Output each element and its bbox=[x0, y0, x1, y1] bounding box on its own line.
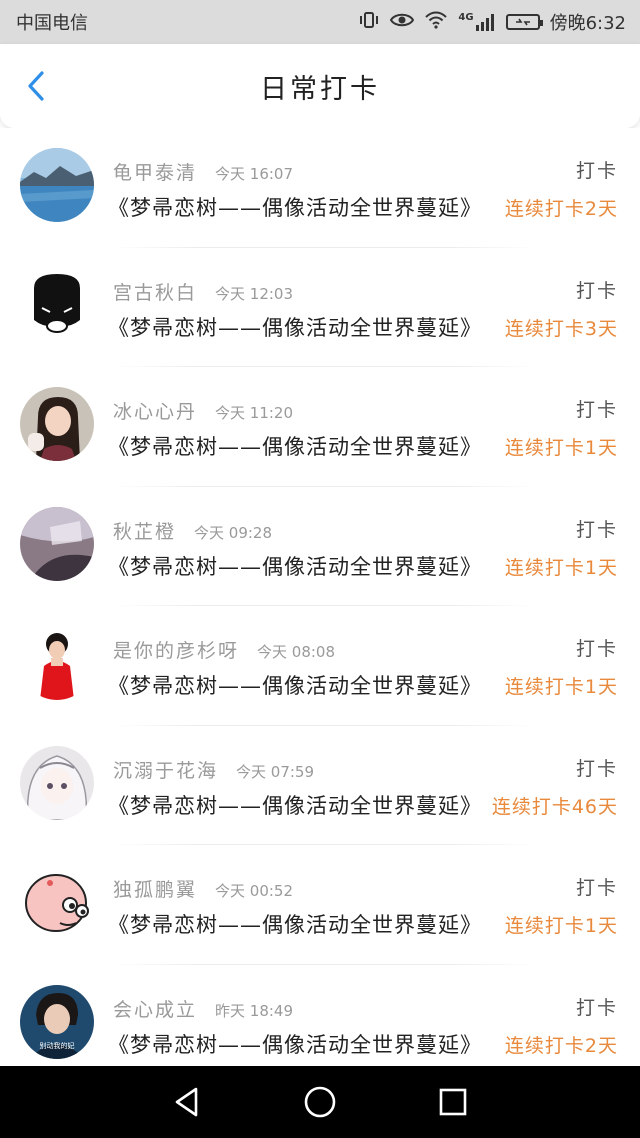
avatar-caption: 别动我的妃 bbox=[40, 1041, 75, 1050]
chevron-left-icon bbox=[28, 71, 44, 101]
timestamp: 今天 09:28 bbox=[194, 523, 273, 542]
streak-count: 连续打卡1天 bbox=[504, 915, 618, 937]
wifi-icon bbox=[424, 11, 448, 33]
activity-title[interactable]: 《梦帚恋树——偶像活动全世界蔓延》 bbox=[108, 670, 482, 700]
status-icons: 4G 傍晚6:32 bbox=[358, 9, 626, 35]
activity-title[interactable]: 《梦帚恋树——偶像活动全世界蔓延》 bbox=[108, 909, 482, 939]
checkin-label: 打卡 bbox=[575, 877, 618, 899]
avatar[interactable] bbox=[20, 387, 94, 461]
screen: 中国电信 4G 傍晚6:32 日常打卡 龟甲泰清 今天 16:07 打卡 《梦帚… bbox=[0, 0, 640, 1138]
streak-count: 连续打卡1天 bbox=[504, 437, 618, 459]
name-line: 独孤鹏翼 今天 00:52 bbox=[113, 875, 293, 902]
navigation-bar bbox=[0, 1066, 640, 1138]
checkin-label: 打卡 bbox=[575, 160, 618, 182]
streak-count: 连续打卡2天 bbox=[504, 198, 618, 220]
name-line: 冰心心丹 今天 11:20 bbox=[113, 397, 293, 424]
username[interactable]: 会心成立 bbox=[113, 995, 197, 1022]
checkin-label: 打卡 bbox=[575, 757, 618, 780]
name-line: 沉溺于花海 今天 07:59 bbox=[113, 756, 314, 783]
4g-signal-icon: 4G bbox=[458, 13, 495, 31]
avatar[interactable] bbox=[20, 267, 94, 342]
timestamp: 今天 12:03 bbox=[215, 284, 294, 303]
streak-count: 连续打卡3天 bbox=[504, 317, 618, 340]
timestamp: 今天 08:08 bbox=[257, 643, 336, 661]
timestamp: 今天 11:20 bbox=[215, 404, 294, 422]
list-item[interactable]: 是你的彦杉呀 今天 08:08 打卡 《梦帚恋树——偶像活动全世界蔓延》 连续打… bbox=[0, 606, 640, 726]
avatar[interactable]: 别动我的妃 bbox=[20, 984, 94, 1059]
eye-icon bbox=[390, 12, 415, 32]
status-bar: 中国电信 4G 傍晚6:32 bbox=[0, 0, 640, 44]
name-line: 会心成立 昨天 18:49 bbox=[113, 995, 293, 1022]
back-button[interactable] bbox=[18, 68, 54, 104]
nav-back-button[interactable] bbox=[167, 1082, 207, 1122]
timestamp: 今天 07:59 bbox=[236, 762, 315, 781]
list-item[interactable]: 宫古秋白 今天 12:03 打卡 《梦帚恋树——偶像活动全世界蔓延》 连续打卡3… bbox=[0, 248, 640, 367]
network-type: 4G bbox=[458, 12, 474, 23]
checkin-label: 打卡 bbox=[575, 518, 618, 541]
activity-title[interactable]: 《梦帚恋树——偶像活动全世界蔓延》 bbox=[108, 1029, 482, 1059]
username[interactable]: 宫古秋白 bbox=[113, 278, 197, 305]
streak-count: 连续打卡1天 bbox=[504, 556, 618, 579]
back-triangle-icon bbox=[175, 1087, 197, 1117]
streak-count: 连续打卡2天 bbox=[504, 1034, 618, 1057]
list-item[interactable]: 独孤鹏翼 今天 00:52 打卡 《梦帚恋树——偶像活动全世界蔓延》 连续打卡1… bbox=[0, 845, 640, 965]
username[interactable]: 沉溺于花海 bbox=[113, 756, 218, 783]
list-item[interactable]: 秋芷橙 今天 09:28 打卡 《梦帚恋树——偶像活动全世界蔓延》 连续打卡1天 bbox=[0, 487, 640, 606]
name-line: 秋芷橙 今天 09:28 bbox=[113, 517, 272, 544]
list-item[interactable]: 冰心心丹 今天 11:20 打卡 《梦帚恋树——偶像活动全世界蔓延》 连续打卡1… bbox=[0, 367, 640, 487]
timestamp: 今天 00:52 bbox=[215, 882, 294, 900]
avatar[interactable] bbox=[20, 745, 94, 820]
activity-title[interactable]: 《梦帚恋树——偶像活动全世界蔓延》 bbox=[108, 431, 482, 461]
vibrate-icon bbox=[358, 11, 380, 33]
activity-title[interactable]: 《梦帚恋树——偶像活动全世界蔓延》 bbox=[108, 312, 482, 342]
username[interactable]: 独孤鹏翼 bbox=[113, 875, 197, 902]
username[interactable]: 冰心心丹 bbox=[113, 397, 197, 424]
home-circle-icon bbox=[304, 1086, 336, 1118]
battery-icon bbox=[505, 14, 543, 30]
name-line: 是你的彦杉呀 今天 08:08 bbox=[113, 636, 335, 663]
list-item[interactable]: 龟甲泰清 今天 16:07 打卡 《梦帚恋树——偶像活动全世界蔓延》 连续打卡2… bbox=[0, 128, 640, 248]
list-item[interactable]: 别动我的妃 会心成立 昨天 18:49 打卡 《梦帚恋树——偶像活动全世界蔓延》… bbox=[0, 965, 640, 1067]
activity-title[interactable]: 《梦帚恋树——偶像活动全世界蔓延》 bbox=[108, 790, 482, 820]
name-line: 龟甲泰清 今天 16:07 bbox=[113, 158, 293, 185]
list-item[interactable]: 沉溺于花海 今天 07:59 打卡 《梦帚恋树——偶像活动全世界蔓延》 连续打卡… bbox=[0, 726, 640, 845]
carrier: 中国电信 bbox=[16, 13, 88, 34]
avatar[interactable] bbox=[20, 865, 94, 939]
avatar[interactable] bbox=[20, 626, 94, 700]
header: 日常打卡 bbox=[0, 44, 640, 128]
streak-count: 连续打卡1天 bbox=[504, 676, 618, 698]
timestamp: 昨天 18:49 bbox=[215, 1001, 294, 1020]
checkin-label: 打卡 bbox=[575, 279, 618, 302]
checkin-label: 打卡 bbox=[575, 996, 618, 1019]
clock: 傍晚6:32 bbox=[549, 13, 626, 34]
page-title: 日常打卡 bbox=[260, 73, 380, 105]
nav-home-button[interactable] bbox=[300, 1082, 340, 1122]
avatar[interactable] bbox=[20, 506, 94, 581]
recents-square-icon bbox=[440, 1088, 467, 1116]
checkin-label: 打卡 bbox=[575, 638, 618, 660]
nav-recents-button[interactable] bbox=[433, 1082, 473, 1122]
checkin-list[interactable]: 龟甲泰清 今天 16:07 打卡 《梦帚恋树——偶像活动全世界蔓延》 连续打卡2… bbox=[0, 128, 640, 1066]
activity-title[interactable]: 《梦帚恋树——偶像活动全世界蔓延》 bbox=[108, 551, 482, 581]
username[interactable]: 龟甲泰清 bbox=[113, 158, 197, 185]
timestamp: 今天 16:07 bbox=[215, 165, 294, 183]
streak-count: 连续打卡46天 bbox=[491, 795, 618, 818]
avatar[interactable] bbox=[20, 148, 94, 222]
username[interactable]: 是你的彦杉呀 bbox=[113, 636, 239, 663]
name-line: 宫古秋白 今天 12:03 bbox=[113, 278, 293, 305]
activity-title[interactable]: 《梦帚恋树——偶像活动全世界蔓延》 bbox=[108, 192, 482, 222]
checkin-label: 打卡 bbox=[575, 399, 618, 421]
username[interactable]: 秋芷橙 bbox=[113, 517, 176, 544]
